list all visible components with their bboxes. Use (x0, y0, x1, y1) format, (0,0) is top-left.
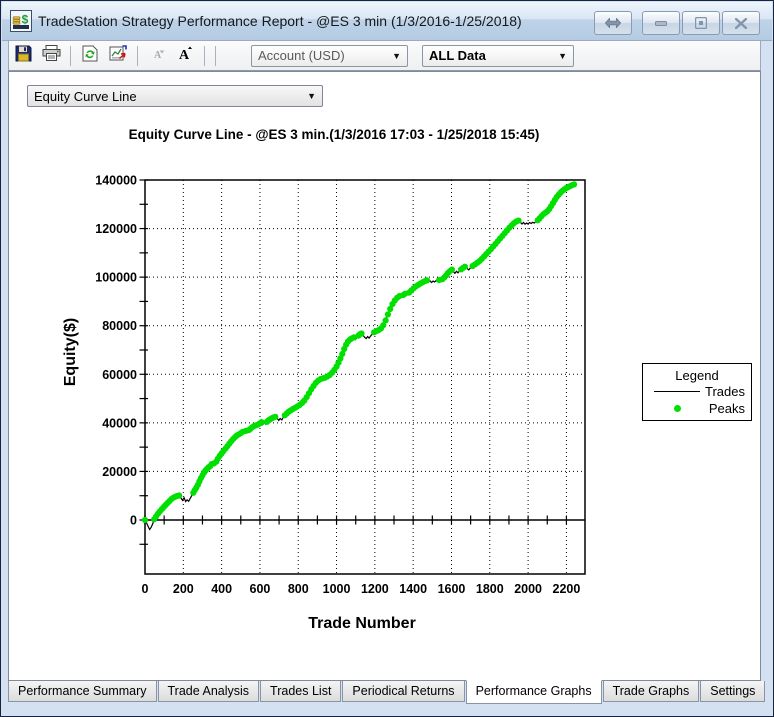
svg-text:$: $ (22, 13, 29, 27)
peak-dot (358, 330, 365, 337)
window-inner: AA Account (USD) ▼ ALL Data ▼ Equity Cur… (8, 40, 766, 704)
data-range-dropdown[interactable]: ALL Data ▼ (422, 44, 574, 67)
peak-dot (384, 311, 391, 318)
font-decrease-icon: A (150, 46, 165, 66)
peak-dot (382, 317, 389, 324)
chart-legend: Legend Trades Peaks (642, 363, 752, 421)
report-settings-button[interactable] (106, 44, 130, 68)
trades-line-sample (651, 391, 703, 392)
double-arrow-icon (605, 18, 621, 28)
x-tick-label: 2000 (514, 582, 542, 596)
data-range-dropdown-value: ALL Data (429, 48, 486, 63)
legend-entry-trades: Trades (643, 383, 751, 400)
refresh-button[interactable] (78, 44, 102, 68)
x-tick-label: 400 (211, 582, 232, 596)
peak-dot (258, 419, 265, 426)
peak-dot (272, 413, 279, 420)
font-increase-icon: A (177, 45, 194, 67)
tab-performance-graphs[interactable]: Performance Graphs (465, 680, 602, 704)
x-tick-label: 2200 (553, 582, 581, 596)
toolbar-separator (70, 45, 71, 66)
y-tick-label: 120000 (95, 222, 137, 236)
tab-periodical-returns[interactable]: Periodical Returns (342, 681, 465, 702)
x-tick-label: 1000 (323, 582, 351, 596)
svg-text:A: A (179, 48, 190, 62)
minimize-icon (655, 20, 667, 26)
peak-dot (515, 217, 522, 224)
report-tabs: Performance Summary Trade Analysis Trades … (8, 680, 766, 704)
save-button[interactable] (11, 44, 35, 68)
report-window: $ TradeStation Strategy Performance Repo… (0, 0, 774, 717)
y-tick-label: 80000 (102, 319, 137, 333)
window-title: TradeStation Strategy Performance Report… (38, 13, 522, 29)
dock-toggle-button[interactable] (594, 11, 632, 35)
print-icon (42, 45, 61, 66)
x-tick-label: 1800 (476, 582, 504, 596)
close-button[interactable] (722, 11, 760, 35)
x-axis-title: Trade Number (308, 615, 416, 632)
x-tick-label: 200 (173, 582, 194, 596)
account-dropdown-value: Account (USD) (258, 48, 345, 63)
y-tick-label: 20000 (102, 465, 137, 479)
chevron-down-icon: ▼ (392, 50, 401, 61)
tradestation-report-icon: $ (10, 10, 32, 32)
x-tick-label: 1400 (399, 582, 427, 596)
peak-dot (571, 181, 578, 188)
peak-dot (141, 516, 149, 524)
y-tick-label: 40000 (102, 416, 137, 430)
close-icon (735, 17, 747, 29)
chevron-down-icon: ▼ (558, 50, 567, 61)
font-decrease-button: A (145, 44, 169, 68)
legend-title: Legend (675, 368, 719, 383)
print-button[interactable] (39, 44, 63, 68)
peak-dot (176, 492, 183, 499)
y-axis-title: Equity($) (62, 318, 79, 386)
tab-trades-list[interactable]: Trades List (260, 681, 342, 702)
report-settings-icon (109, 44, 127, 67)
peak-dot (423, 277, 431, 284)
peak-dot (461, 263, 468, 270)
x-tick-label: 600 (250, 582, 271, 596)
maximize-button[interactable] (682, 11, 720, 35)
legend-entry-label: Trades (705, 384, 745, 399)
trades-line (144, 183, 575, 531)
x-tick-label: 1600 (438, 582, 466, 596)
font-increase-button[interactable]: A (173, 44, 197, 68)
refresh-icon (82, 45, 98, 67)
peaks-dot-sample (651, 405, 703, 412)
chart-title: Equity Curve Line - @ES 3 min.(1/3/2016 … (129, 127, 540, 142)
tab-performance-summary[interactable]: Performance Summary (8, 681, 157, 702)
tab-trade-analysis[interactable]: Trade Analysis (157, 681, 260, 702)
peak-dot (448, 266, 455, 273)
plot-border (144, 179, 586, 575)
y-tick-label: 100000 (95, 271, 137, 285)
toolbar-separator (137, 45, 138, 66)
toolbar-separator (204, 45, 205, 66)
title-bar: $ TradeStation Strategy Performance Repo… (2, 2, 772, 41)
save-icon (15, 45, 32, 67)
legend-entry-label: Peaks (708, 401, 745, 416)
legend-entry-peaks: Peaks (643, 400, 751, 417)
y-tick-label: 0 (130, 514, 137, 528)
maximize-icon (695, 17, 707, 29)
window-controls (592, 11, 760, 35)
peaks-dots (141, 181, 578, 524)
y-tick-label: 60000 (102, 368, 137, 382)
x-tick-label: 0 (142, 582, 149, 596)
toolbar-separator (215, 45, 216, 66)
x-tick-label: 800 (288, 582, 309, 596)
y-tick-label: 140000 (95, 174, 137, 188)
tab-trade-graphs[interactable]: Trade Graphs (602, 681, 700, 702)
account-dropdown[interactable]: Account (USD) ▼ (251, 44, 408, 67)
report-content: Equity Curve Line ▼ 0 200 400 600 800 1000 120… (8, 71, 761, 681)
tab-settings[interactable]: Settings (700, 681, 766, 702)
minimize-button[interactable] (642, 11, 680, 35)
toolbar: AA Account (USD) ▼ ALL Data ▼ (8, 40, 761, 71)
x-tick-label: 1200 (361, 582, 389, 596)
